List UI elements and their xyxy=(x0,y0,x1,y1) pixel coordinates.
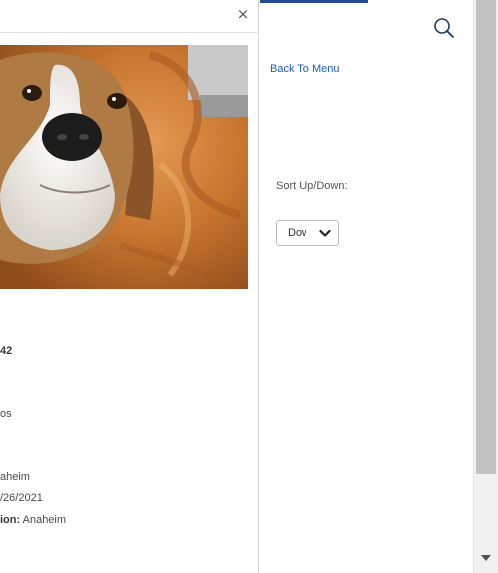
close-button[interactable]: × xyxy=(233,4,253,24)
pet-photo xyxy=(0,45,248,289)
scrollbar-thumb[interactable] xyxy=(476,0,496,474)
sort-direction-select[interactable]: Down xyxy=(276,220,339,246)
detail-age: os xyxy=(0,408,12,420)
chevron-down-icon xyxy=(319,229,331,237)
detail-current-location-label: ion: xyxy=(0,514,21,526)
back-to-menu-link[interactable]: Back To Menu xyxy=(270,63,340,75)
dog-image xyxy=(0,45,248,289)
detail-current-location: ion: Anaheim xyxy=(0,514,66,526)
sort-selected-value: Down xyxy=(288,227,306,239)
detail-id: 42 xyxy=(0,345,13,357)
detail-current-location-value: Anaheim xyxy=(20,514,67,526)
detail-date: /26/2021 xyxy=(0,492,43,504)
sort-label: Sort Up/Down: xyxy=(276,180,348,192)
detail-location: aheim xyxy=(0,471,30,483)
active-tab-indicator xyxy=(260,0,368,3)
search-button[interactable] xyxy=(432,16,456,40)
modal-header: × xyxy=(0,0,259,33)
scroll-down-arrow-icon[interactable] xyxy=(480,554,492,562)
pet-detail-modal: × 42 os aheim /26/2021 ion: Anaheim xyxy=(0,0,259,573)
vertical-scrollbar[interactable] xyxy=(473,0,498,573)
search-icon xyxy=(434,18,454,38)
